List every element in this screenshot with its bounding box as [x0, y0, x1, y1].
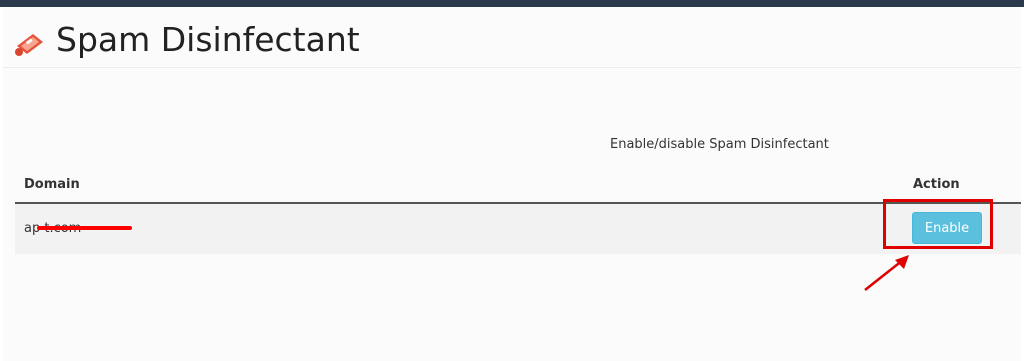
annotation-arrow-icon [864, 255, 909, 291]
annotation-highlight-box [883, 199, 993, 249]
redaction-mark [37, 226, 132, 230]
page-title: Spam Disinfectant [56, 20, 360, 59]
table-header: Domain Action [15, 170, 1021, 204]
table-row: ap t.com Enable [15, 204, 1021, 254]
column-header-action: Action [913, 177, 960, 192]
column-header-domain: Domain [24, 177, 80, 192]
main-content: Spam Disinfectant Enable/disable Spam Di… [3, 7, 1021, 361]
top-navigation-bar [0, 0, 1024, 7]
domains-table: Domain Action ap t.com Enable [15, 170, 1021, 254]
domain-name: ap t.com [24, 221, 132, 236]
section-subtitle: Enable/disable Spam Disinfectant [610, 137, 829, 152]
page-header: Spam Disinfectant [3, 7, 1021, 68]
spam-disinfectant-icon [15, 34, 43, 56]
